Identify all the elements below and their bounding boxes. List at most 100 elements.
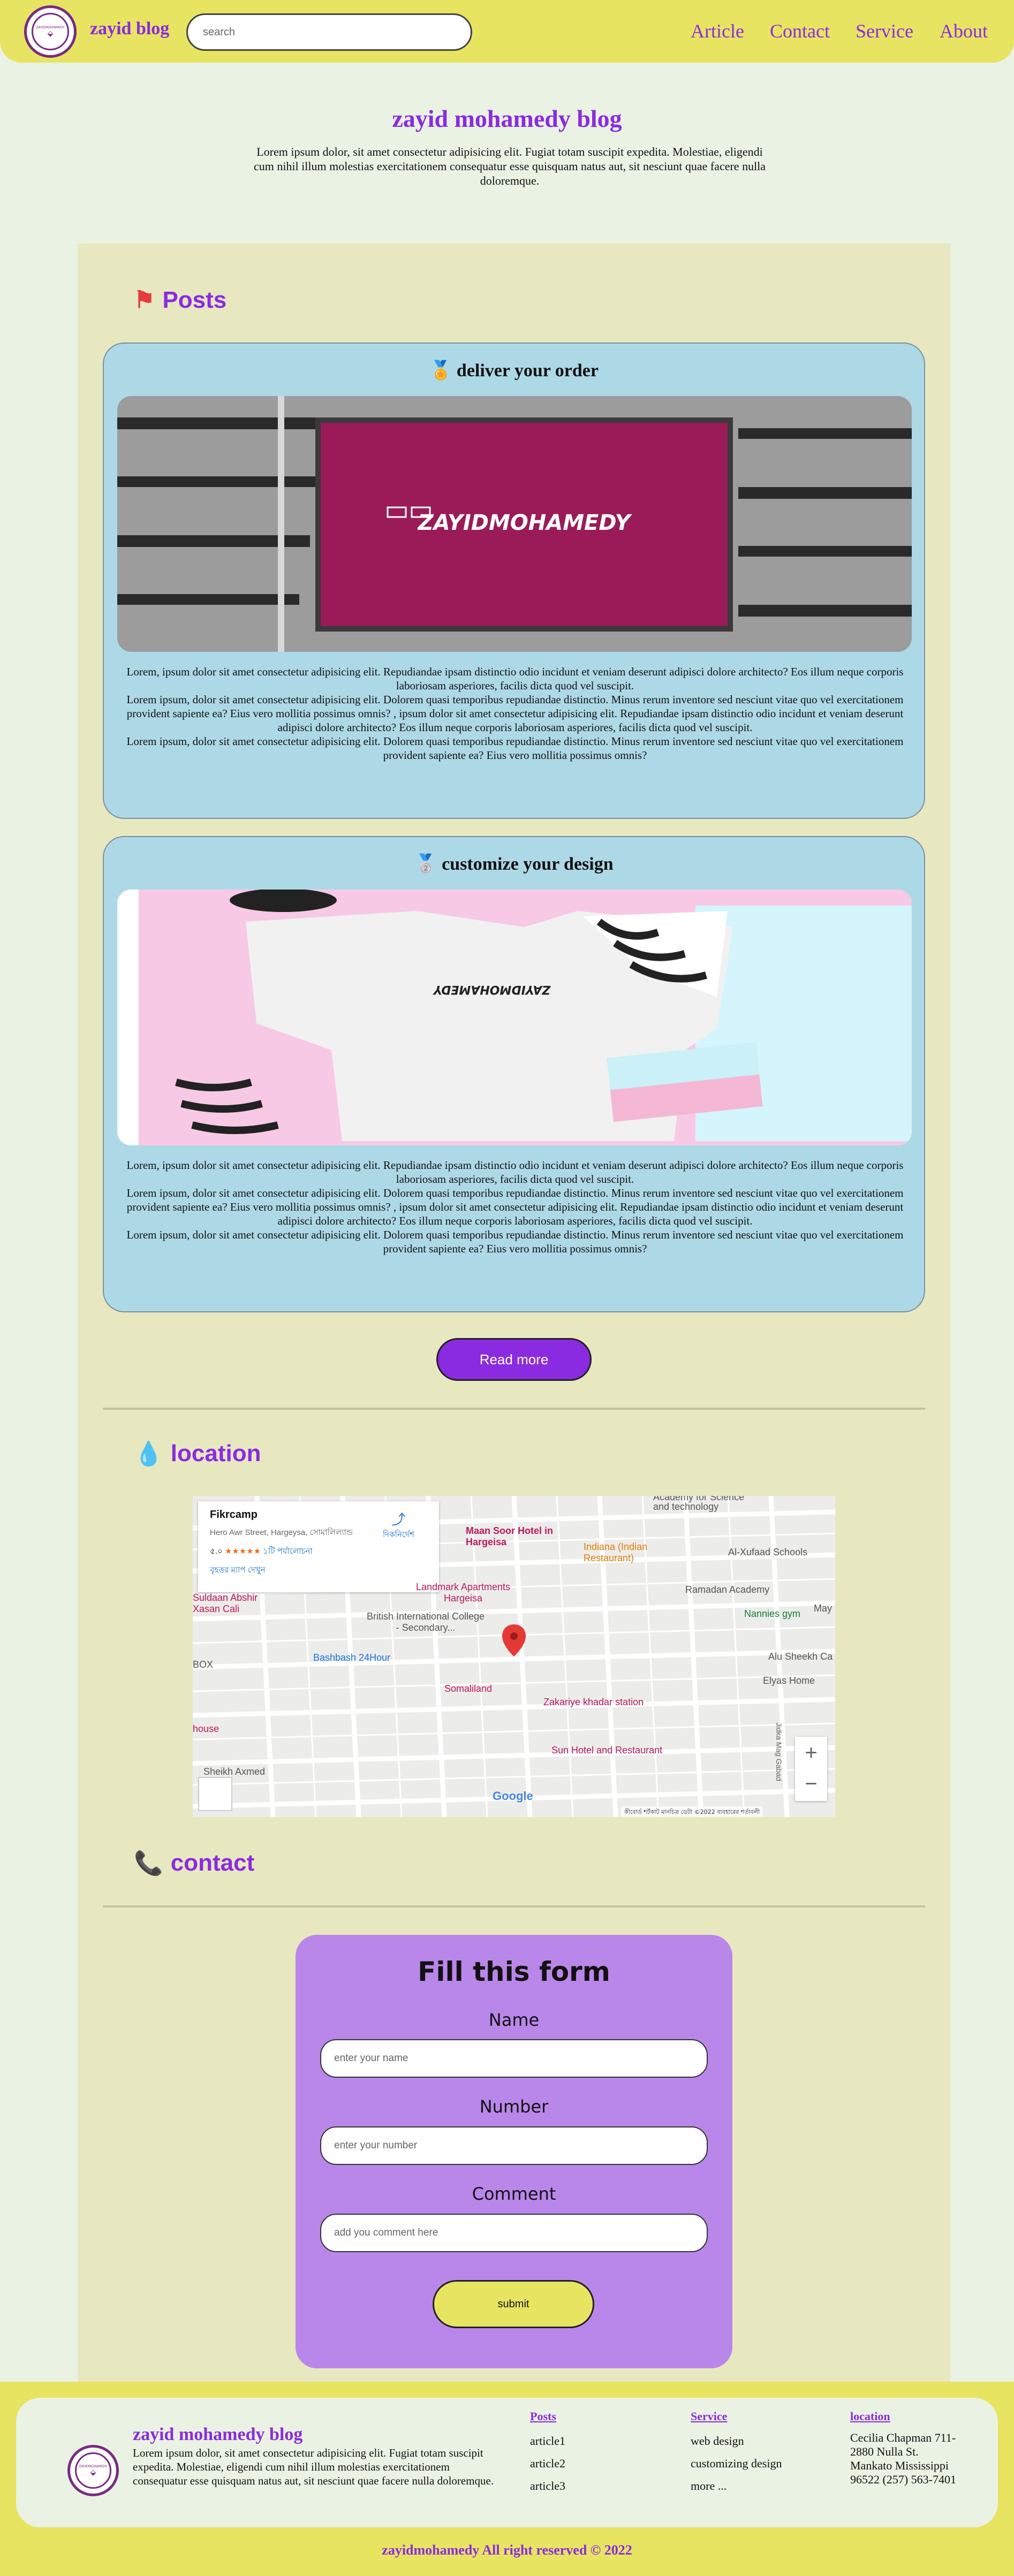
contact-heading-text: contact xyxy=(170,1850,255,1876)
signboard-image: ZAYIDMOHAMEDY xyxy=(117,396,912,652)
contact-heading: 📞 contact xyxy=(134,1849,254,1877)
zoom-out-button[interactable]: − xyxy=(795,1769,827,1801)
directions-icon: ⤴ xyxy=(391,1511,406,1528)
map-label: and technology xyxy=(653,1501,719,1512)
map-rating: ৫.০ xyxy=(210,1547,223,1556)
larger-map-link[interactable]: বৃহত্তর ম্যাপ দেখুন xyxy=(210,1564,427,1577)
medal-icon: 🏅 xyxy=(429,361,452,381)
map-label: May xyxy=(814,1603,833,1614)
search-placeholder: search xyxy=(203,26,236,38)
section-divider xyxy=(103,1408,925,1410)
post-paragraph: Lorem ipsum, dolor sit amet consectetur … xyxy=(126,735,904,762)
footer-post-link[interactable]: article3 xyxy=(530,2479,565,2493)
post-card-title: 🏅 deliver your order xyxy=(104,360,924,381)
logo-text: ZAYIDMOHAMEDY xyxy=(36,25,65,29)
flag-icon: ⚑ xyxy=(134,287,155,313)
footer-service-column: Service web design customizing design mo… xyxy=(691,2410,782,2493)
copyright: zayidmohamedy All right reserved © 2022 xyxy=(382,2542,632,2558)
droplet-icon: 💧 xyxy=(134,1441,163,1467)
star-rating-icon: ★★★★★ xyxy=(224,1547,261,1556)
hero-description: Lorem ipsum dolor, sit amet consectetur … xyxy=(253,145,766,187)
comment-input[interactable]: add you comment here xyxy=(320,2214,708,2252)
footer-logo[interactable]: ZAYIDMOHAMEDY ⬙ xyxy=(67,2445,119,2496)
comment-placeholder: add you comment here xyxy=(334,2227,438,2238)
name-label: Name xyxy=(488,2010,540,2030)
post-title-text: customize your design xyxy=(442,854,614,874)
number-input[interactable]: enter your number xyxy=(320,2126,708,2165)
map-label: BOX xyxy=(193,1659,214,1670)
section-spacer xyxy=(103,1837,925,1839)
post-card: 🥈 customize your design ZAYIDMOHAMEDY Lo… xyxy=(103,836,925,1312)
footer-address-line: Mankato Mississippi 96522 (257) 563-7401 xyxy=(850,2459,956,2486)
map-layer-toggle[interactable] xyxy=(198,1777,232,1811)
map-label: Ramadan Academy xyxy=(685,1584,770,1595)
map-label: Sheikh Axmed xyxy=(203,1766,266,1777)
post-paragraph: Lorem, ipsum dolor sit amet consectetur … xyxy=(126,665,904,692)
footer-location-heading[interactable]: location xyxy=(850,2410,973,2423)
map-label: Alu Sheekh Ca xyxy=(768,1651,833,1662)
footer-logo-text: ZAYIDMOHAMEDY xyxy=(79,2464,108,2468)
directions-label: দিকনির্দেশ xyxy=(383,1530,414,1539)
map-label: Landmark Apartments Hargeisa xyxy=(415,1582,511,1604)
post-image: ZAYIDMOHAMEDY xyxy=(117,890,912,1145)
map-label: Sun Hotel and Restaurant xyxy=(551,1745,663,1756)
map-label: Academy for Science xyxy=(653,1496,745,1502)
footer-service-link[interactable]: customizing design xyxy=(691,2457,782,2471)
footer-service-link[interactable]: more ... xyxy=(691,2479,782,2493)
location-heading: 💧 location xyxy=(134,1440,261,1468)
search-input[interactable]: search xyxy=(186,13,472,51)
name-placeholder: enter your name xyxy=(334,2053,408,2064)
map-label: Nannies gym xyxy=(744,1608,801,1619)
map-zoom-control: + − xyxy=(795,1737,827,1801)
map-place-card: Fikrcamp Hero Awr Street, Hargeysa, সোমা… xyxy=(198,1501,439,1592)
map-label: Jidka Mag Gabad xyxy=(774,1722,783,1781)
map-reviews-link[interactable]: ১টি পর্যালোচনা xyxy=(263,1547,313,1556)
footer-service-link[interactable]: web design xyxy=(691,2434,782,2448)
signboard-text: ZAYIDMOHAMEDY xyxy=(417,511,633,535)
map-label: house xyxy=(193,1723,220,1734)
phone-icon: 📞 xyxy=(134,1850,163,1876)
comment-label: Comment xyxy=(472,2184,556,2204)
section-divider xyxy=(103,1905,925,1908)
footer-post-link[interactable]: article1 xyxy=(530,2434,565,2448)
site-logo[interactable]: ZAYIDMOHAMEDY ⬙ xyxy=(24,5,77,58)
post-body: Lorem, ipsum dolor sit amet consectetur … xyxy=(120,1158,910,1256)
footer-posts-column: Posts article1 article2 article3 xyxy=(530,2410,565,2493)
map-label: Elyas Home xyxy=(763,1675,815,1686)
top-navbar: ZAYIDMOHAMEDY ⬙ zayid blog search Articl… xyxy=(0,0,1014,63)
directions-button[interactable]: ⤴ দিকনির্দেশ xyxy=(383,1509,414,1542)
map-label: Al-Xufaad Schools xyxy=(728,1547,808,1557)
nav-about[interactable]: About xyxy=(940,20,988,42)
logo-mark-icon: ⬙ xyxy=(47,29,54,38)
number-label: Number xyxy=(479,2096,549,2117)
footer-posts-heading[interactable]: Posts xyxy=(530,2410,565,2423)
number-placeholder: enter your number xyxy=(334,2140,418,2151)
brand-name[interactable]: zayid blog xyxy=(90,19,169,39)
posts-heading: ⚑ Posts xyxy=(134,286,226,314)
map-label: Bashbash 24Hour xyxy=(313,1652,391,1663)
zoom-in-button[interactable]: + xyxy=(795,1737,827,1769)
nav-service[interactable]: Service xyxy=(856,20,913,42)
map-label: Maan Soor Hotel in Hargeisa xyxy=(466,1525,554,1547)
nav-article[interactable]: Article xyxy=(691,20,744,42)
logo-emblem: ZAYIDMOHAMEDY ⬙ xyxy=(32,13,69,50)
page-title: zayid mohamedy blog xyxy=(392,105,622,132)
name-input[interactable]: enter your name xyxy=(320,2039,708,2078)
footer-description: Lorem ipsum dolor, sit amet consectetur … xyxy=(133,2446,494,2487)
logo-mark-icon: ⬙ xyxy=(90,2468,96,2477)
map-attribution[interactable]: কীবোর্ড শর্টকাট মানচিত্র ডেটা ©2022 ব্যব… xyxy=(621,1806,763,1817)
map-label: Somaliland xyxy=(444,1683,493,1694)
footer-post-link[interactable]: article2 xyxy=(530,2457,565,2471)
submit-button[interactable]: submit xyxy=(433,2280,594,2328)
google-logo: Google xyxy=(493,1789,533,1803)
nav-contact[interactable]: Contact xyxy=(770,20,830,42)
tshirt-image: ZAYIDMOHAMEDY xyxy=(117,890,912,1145)
post-image: ZAYIDMOHAMEDY xyxy=(117,396,912,652)
map-label: Suldaan Abshir Xasan Cali xyxy=(193,1592,258,1614)
embedded-map[interactable]: Fikrcamp Hero Awr Street, Hargeysa, সোমা… xyxy=(193,1496,835,1817)
footer-service-heading[interactable]: Service xyxy=(691,2410,782,2423)
post-body: Lorem, ipsum dolor sit amet consectetur … xyxy=(120,665,910,762)
read-more-button[interactable]: Read more xyxy=(436,1338,592,1381)
post-card-title: 🥈 customize your design xyxy=(104,853,924,875)
post-paragraph: Lorem ipsum, dolor sit amet consectetur … xyxy=(126,693,904,734)
